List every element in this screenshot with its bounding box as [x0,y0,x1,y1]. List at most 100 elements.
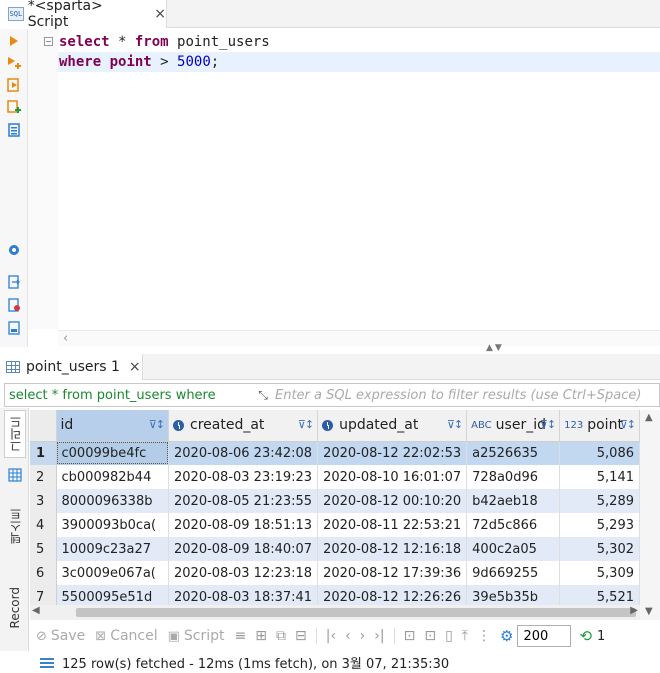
save-button[interactable]: ⊘ Save [36,628,85,644]
gear-icon[interactable]: ⚙ [500,627,513,645]
cell-id[interactable]: 3c0009e067a( [56,561,170,585]
scroll-left-icon[interactable]: ‹ [63,331,68,346]
script-button[interactable]: ▣ Script [168,628,225,644]
table-row[interactable]: 6 3c0009e067a(2020-08-03 12:23:18 2020-08-… [30,561,640,585]
cell-point[interactable]: 5,086 [559,441,640,465]
filter-sort-icon[interactable]: ⊽↕ [447,418,463,431]
cell-point[interactable]: 5,293 [559,513,640,537]
row-number-cell[interactable]: 5 [30,537,57,561]
fold-collapse-icon[interactable]: − [44,37,53,46]
scroll-left-icon[interactable]: ◀ [32,605,40,616]
row-number-cell[interactable]: 1 [30,441,57,465]
code-line-2[interactable]: where point > 5000; [58,52,660,72]
explain-plan-button[interactable] [6,122,22,138]
table-row[interactable]: 7 5500095e51d 2020-08-03 18:37:41 2020-08-1… [30,585,640,605]
row-number-cell[interactable]: 6 [30,561,57,585]
expand-icon[interactable]: ⤡ [253,388,273,403]
grid-view-icon[interactable] [4,464,26,486]
refresh-icon[interactable]: ⟲ [579,627,592,645]
cell-updated-at[interactable]: 2020-08-12 22:02:53 [317,441,468,465]
code-line-1[interactable]: select * from point_users [58,32,660,52]
panel-resize-icon[interactable]: ▲▼ [486,343,504,353]
editor-tab-script[interactable]: SQL *<sparta> Script × [0,0,167,30]
cell-created-at[interactable]: 2020-08-03 12:23:18 [168,561,319,585]
row-number-cell[interactable]: 2 [30,465,57,489]
table-row[interactable]: 3 8000096338b 2020-08-05 21:23:55 2020-08-1… [30,489,640,513]
scroll-right-icon[interactable]: ▶ [630,605,638,616]
load-script-button[interactable] [6,297,22,313]
cell-id[interactable]: 10009c23a27 [56,537,170,561]
view-tab-grid[interactable]: 그리드 [4,410,26,458]
layout-icon[interactable]: ▯ [445,628,453,644]
cell-point[interactable]: 5,289 [559,489,640,513]
last-page-icon[interactable]: ›| [374,628,384,644]
results-tab[interactable]: point_users 1 × [0,354,143,380]
cell-point[interactable]: 5,521 [559,585,640,605]
column-header-point[interactable]: 123 point ⊽↕ [559,410,640,442]
edit-row-icon[interactable]: ≡ [235,628,247,644]
filter-sort-icon[interactable]: ⊽↕ [149,418,165,431]
row-number-cell[interactable]: 4 [30,513,57,537]
cell-updated-at[interactable]: 2020-08-12 00:10:20 [317,489,468,513]
fetch-size-input[interactable] [517,625,572,647]
table-row[interactable]: 5 10009c23a27 2020-08-09 18:40:07 2020-08-1… [30,537,640,561]
view-tab-text[interactable]: 텍스트 [4,496,26,556]
grid-horizontal-scrollbar[interactable]: ◀ ▶ [30,605,640,620]
filter-sort-icon[interactable]: ⊽↕ [620,418,636,431]
cell-id[interactable]: cb000982b44 [56,465,170,489]
column-header-id[interactable]: id ⊽↕ [56,410,170,442]
cell-updated-at[interactable]: 2020-08-12 12:26:26 [317,585,468,605]
add-row-icon[interactable]: ⊞ [255,628,267,644]
delete-row-icon[interactable]: ⊟ [295,628,307,644]
cell-created-at[interactable]: 2020-08-03 23:19:23 [168,465,319,489]
cell-point[interactable]: 5,309 [559,561,640,585]
filter-expression-input[interactable] [273,387,659,403]
copy-row-icon[interactable]: ⧉ [276,628,286,644]
close-icon[interactable]: × [154,6,166,22]
panel-toggle-icon[interactable]: ⊡ [404,628,416,644]
table-row[interactable]: 4 3900093b0ca(2020-08-09 18:51:13 2020-08-… [30,513,640,537]
row-number-cell[interactable]: 3 [30,489,57,513]
previous-page-icon[interactable]: ‹ [345,628,351,644]
table-row[interactable]: 1 c00099be4fc 2020-08-06 23:42:08 2020-08-1… [30,441,640,465]
cell-id[interactable]: c00099be4fc [56,441,170,465]
column-header-updated-at[interactable]: updated_at ⊽↕ [317,410,468,442]
cell-created-at[interactable]: 2020-08-09 18:51:13 [168,513,319,537]
cell-user-id[interactable]: b42aeb18 [466,489,561,513]
cell-created-at[interactable]: 2020-08-05 21:23:55 [168,489,319,513]
cell-id[interactable]: 8000096338b [56,489,170,513]
cell-user-id[interactable]: 728a0d96 [466,465,561,489]
filter-sort-icon[interactable]: ⊽↕ [540,418,556,431]
cell-id[interactable]: 5500095e51d [56,585,170,605]
execute-new-tab-button[interactable] [6,55,22,71]
more-options-icon[interactable]: ⋮ [477,628,491,644]
scroll-down-icon[interactable]: ▼ [645,606,653,617]
cell-user-id[interactable]: 9d669255 [466,561,561,585]
cell-updated-at[interactable]: 2020-08-10 16:01:07 [317,465,468,489]
cell-created-at[interactable]: 2020-08-06 23:42:08 [168,441,319,465]
export-data-icon[interactable]: ⤒ [462,628,468,644]
scrollbar-thumb[interactable] [76,608,636,617]
export-button[interactable] [6,274,22,290]
results-grid[interactable]: id ⊽↕ created_at ⊽↕ updated_at ⊽↕ ABC use… [30,410,640,605]
cancel-button[interactable]: ⊠ Cancel [95,628,157,644]
cell-user-id[interactable]: 39e5b35b [466,585,561,605]
view-tab-record[interactable]: Record [4,568,26,648]
cell-user-id[interactable]: 72d5c866 [466,513,561,537]
grid-vertical-scrollbar[interactable]: ▲ ▼ [640,410,660,620]
settings-button[interactable] [6,242,22,258]
table-row[interactable]: 2 cb000982b44 2020-08-03 23:19:23 2020-08-1… [30,465,640,489]
close-icon[interactable]: × [129,359,141,375]
cell-created-at[interactable]: 2020-08-09 18:40:07 [168,537,319,561]
sql-editor[interactable]: select * from point_users where point > … [58,32,660,72]
cell-point[interactable]: 5,302 [559,537,640,561]
cell-user-id[interactable]: a2526635 [466,441,561,465]
row-number-cell[interactable]: 7 [30,585,57,605]
cell-id[interactable]: 3900093b0ca( [56,513,170,537]
execute-script-button[interactable] [6,77,22,93]
cell-user-id[interactable]: 400c2a05 [466,537,561,561]
cell-updated-at[interactable]: 2020-08-12 17:39:36 [317,561,468,585]
scroll-up-icon[interactable]: ▲ [645,412,653,423]
execute-script-new-tab-button[interactable] [6,99,22,115]
cell-created-at[interactable]: 2020-08-03 18:37:41 [168,585,319,605]
